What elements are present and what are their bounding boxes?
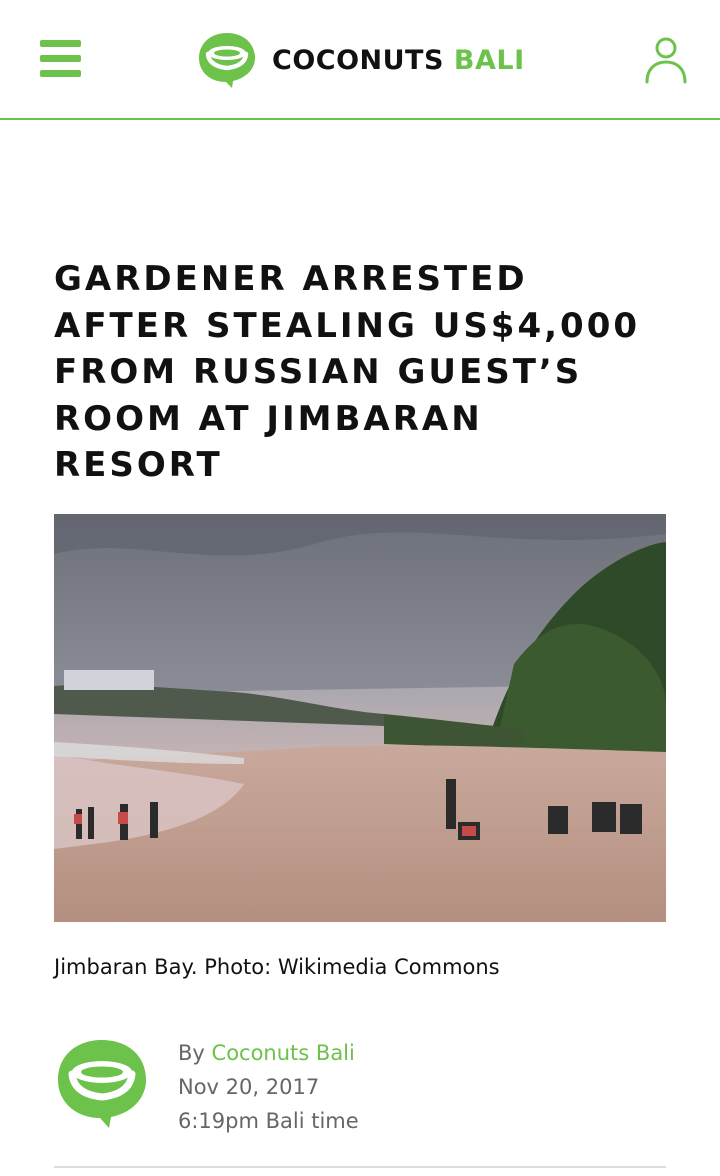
byline-author-row: By Coconuts Bali (178, 1036, 359, 1070)
brand-region: BALI (453, 44, 525, 76)
article-photo[interactable] (54, 514, 666, 922)
divider (54, 1166, 666, 1168)
article-headline: GARDENER ARRESTED AFTER STEALING US$4,00… (54, 259, 641, 485)
beach-photo-illustration (54, 514, 666, 922)
brand-wordmark: COCONUTS BALI (272, 45, 525, 76)
coconut-logo-icon (199, 33, 255, 88)
publish-time: 6:19pm Bali time (178, 1109, 359, 1133)
menu-bar (40, 70, 81, 77)
hamburger-menu-icon[interactable] (40, 40, 81, 77)
photo-caption: Jimbaran Bay. Photo: Wikimedia Commons (54, 955, 500, 979)
byline: By Coconuts Bali Nov 20, 2017 6:19pm Bal… (178, 1036, 359, 1138)
menu-bar (40, 55, 81, 62)
author-avatar[interactable] (54, 1036, 150, 1132)
menu-bar (40, 40, 81, 47)
author-link[interactable]: Coconuts Bali (212, 1041, 355, 1065)
site-header: COCONUTS BALI (0, 0, 720, 120)
user-profile-icon[interactable] (644, 36, 688, 84)
byline-prefix: By (178, 1041, 205, 1065)
publish-date: Nov 20, 2017 (178, 1075, 320, 1099)
brand-name: COCONUTS (272, 44, 444, 76)
brand-logo-link[interactable]: COCONUTS BALI (196, 30, 525, 90)
